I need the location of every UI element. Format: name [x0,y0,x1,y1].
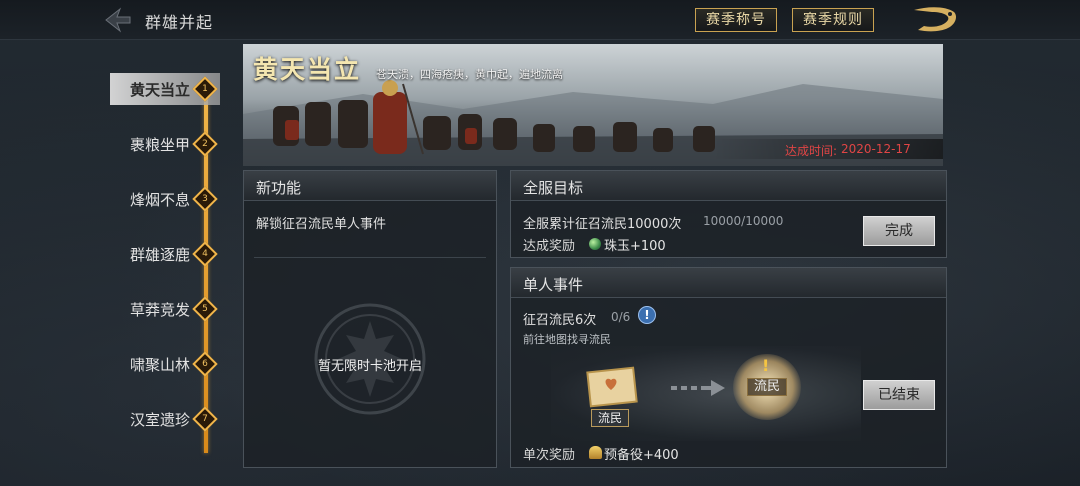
new-feature-title: 新功能 [256,179,302,197]
timeline-node: 4 [192,241,218,267]
sidebar-item-4[interactable]: 群雄逐鹿 4 [110,238,220,270]
divider [254,257,486,258]
scroll-icon [586,366,638,408]
sidebar-item-label: 烽烟不息 [130,191,191,209]
helmet-icon [589,446,602,459]
sidebar-item-6[interactable]: 啸聚山林 6 [110,348,220,380]
single-reward-label: 单次奖励 [523,448,576,463]
new-feature-panel: 新功能 解锁征召流民单人事件 暂无限时卡池开启 [243,170,497,468]
reward-value: 珠玉+100 [604,239,666,254]
panel-header: 单人事件 [511,268,946,298]
sidebar-item-label: 黄天当立 [130,81,191,99]
sidebar-item-label: 群雄逐鹿 [130,246,191,264]
refugee-tag: 流民 [747,378,788,396]
timeline-node: 3 [192,186,218,212]
gem-icon [589,238,601,250]
sidebar-item-3[interactable]: 烽烟不息 3 [110,183,220,215]
server-goal-progress: 10000/10000 [703,214,784,228]
new-feature-item: 解锁征召流民单人事件 [256,217,387,232]
ended-button[interactable]: 已结束 [863,380,935,410]
complete-button[interactable]: 完成 [863,216,935,246]
timeline-node: 2 [192,131,218,157]
panel-header: 新功能 [244,171,496,201]
empty-pool-text: 暂无限时卡池开启 [317,359,422,374]
sidebar-item-label: 草莽竞发 [130,301,191,319]
sidebar-item-2[interactable]: 裹粮坐甲 2 [110,128,220,160]
sidebar-item-label: 裹粮坐甲 [130,136,191,154]
panel-header: 全服目标 [511,171,946,201]
sidebar-item-1[interactable]: 黄天当立 1 [110,73,220,105]
event-desc: 前往地图找寻流民 [523,333,611,346]
arrow-right-icon [671,380,725,396]
achieve-date-value: 2020-12-17 [841,142,911,156]
single-event-title: 单人事件 [523,276,584,294]
timeline-node: 7 [192,406,218,432]
dragon-logo-icon [914,7,956,32]
timeline-node: 1 [192,76,218,102]
top-bar: 群雄并起 赛季称号 赛季规则 [0,0,1080,40]
server-goal-title: 全服目标 [523,179,584,197]
timeline-node: 5 [192,296,218,322]
achieve-date-label: 达成时间: [785,144,838,158]
sidebar-item-7[interactable]: 汉室遗珍 7 [110,403,220,435]
sidebar-item-5[interactable]: 草莽竞发 5 [110,293,220,325]
sidebar-item-label: 汉室遗珍 [130,411,191,429]
server-goal-desc: 全服累计征召流民10000次 [523,217,682,232]
event-task: 征召流民6次 [523,313,597,328]
single-event-panel: 单人事件 征召流民6次 0/6 ! 前往地图找寻流民 流民 ! 流民 已结束 单… [510,267,947,468]
season-rules-button[interactable]: 赛季规则 [792,8,874,32]
page-title: 群雄并起 [145,13,214,32]
event-progress: 0/6 [611,310,631,324]
scroll-tag: 流民 [591,409,630,427]
single-reward-value: 预备役+400 [604,448,679,463]
back-icon[interactable] [100,3,134,37]
server-goal-panel: 全服目标 全服累计征召流民10000次 10000/10000 达成奖励 珠玉+… [510,170,947,258]
sidebar-item-label: 啸聚山林 [130,356,191,374]
timeline-node: 6 [192,351,218,377]
info-icon[interactable]: ! [638,306,656,324]
alert-icon: ! [762,356,770,375]
reward-label: 达成奖励 [523,239,576,254]
achieve-date: 达成时间: 2020-12-17 [713,139,943,159]
season-title-button[interactable]: 赛季称号 [695,8,777,32]
chapter-banner: 黄天当立 苍天溃，四海疮痍，黄巾起，遍地流离 达成时间: 2020-12-17 [243,44,943,166]
banner-title: 黄天当立 [253,55,362,84]
banner-subtitle: 苍天溃，四海疮痍，黄巾起，遍地流离 [376,68,563,81]
